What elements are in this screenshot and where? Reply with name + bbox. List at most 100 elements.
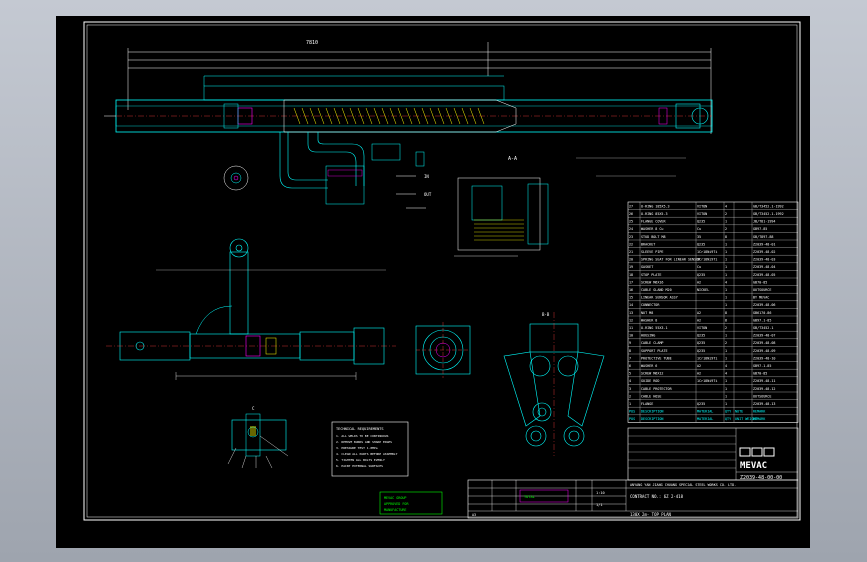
- table-cell: Z2039-48-07: [753, 334, 775, 338]
- table-cell: O-RING 185X5.3: [641, 204, 670, 208]
- notes-title: TECHNICAL REQUIREMENTS: [336, 427, 384, 431]
- table-cell: GUIDE ROD: [641, 379, 659, 383]
- project-line-1: ANYANG YAN JIANG CHUANG SPECIAL STEEL WO…: [630, 483, 736, 487]
- table-cell: GB70-85: [753, 372, 767, 376]
- table-cell: POS: [629, 410, 635, 414]
- stamp-line: MANUFACTURE: [384, 508, 406, 512]
- drawing-number: Z2039-48-00-00: [740, 475, 782, 481]
- company-name: MEVAC: [740, 461, 767, 471]
- table-row: 11 O-RING 55X3.1 VITON 2 GB/T3452.1: [629, 326, 773, 330]
- table-cell: QTY: [725, 410, 731, 414]
- table-row: 12 WASHER 8 A2 8 GB97.1-85: [629, 318, 771, 322]
- company-block: MEVAC Z2039-48-00-00: [627, 427, 799, 481]
- table-cell: 4: [725, 204, 727, 208]
- table-cell: O-RING 85X5.3: [641, 212, 668, 216]
- table-cell: STUD BOLT M8: [641, 235, 666, 239]
- table-cell: Q235: [697, 402, 705, 406]
- mid-label: TOTAL: [524, 495, 535, 499]
- table-cell: GB70-85: [753, 280, 767, 284]
- table-cell: 14: [629, 303, 633, 307]
- table-cell: 1Cr18Ni9Ti: [697, 250, 717, 254]
- table-cell: Z2039-48-13: [753, 402, 775, 406]
- table-cell: Q235: [697, 334, 705, 338]
- table-cell: 1: [725, 356, 727, 360]
- table-row: 24 WASHER 8 Cu Cu 2 GB97-85: [629, 227, 767, 231]
- note-line: 4. CLEAN ALL PARTS BEFORE ASSEMBLY: [336, 452, 398, 456]
- table-cell: 10: [629, 334, 633, 338]
- table-cell: OUTSOURCE: [753, 394, 771, 398]
- table-row: 3 CABLE PROTECTOR 1 Z2039-48-12: [629, 387, 775, 391]
- table-row: 21 SLEEVE PIPE 1Cr18Ni9Ti 1 Z2039-48-02: [629, 250, 775, 254]
- table-cell: CONNECTOR: [641, 303, 660, 307]
- table-cell: 7: [629, 356, 631, 360]
- table-row: 25 FLANGE COVER Q235 1 JB/T81-1994: [629, 220, 775, 224]
- approval-stamp: MEVAC GROUP APPROVED FOR MANUFACTURE: [379, 491, 443, 515]
- table-row: 8 SUPPORT PLATE Q235 1 Z2039-48-09: [629, 349, 775, 353]
- table-row: 2 CABLE HOSE 1 OUTSOURCE: [629, 394, 771, 398]
- table-cell: POS: [629, 417, 635, 421]
- table-row: 7 PROTECTIVE TUBE 1Cr18Ni9Ti 1 Z2039-48-10: [629, 356, 775, 360]
- cad-drawing-canvas[interactable]: 7 8 10 IN OUT A-A B-B C TECHNICAL REQUIREM…: [56, 16, 810, 548]
- table-row: 10 HOUSING Q235 1 Z2039-48-07: [629, 334, 775, 338]
- table-cell: 1: [725, 273, 727, 277]
- note-line: 6. PAINT EXTERNAL SURFACES: [336, 464, 383, 468]
- drawing-sheet[interactable]: 7 8 10 IN OUT A-A B-B C TECHNICAL REQUIREM…: [56, 16, 810, 548]
- table-cell: WASHER 8 Cu: [641, 227, 663, 231]
- table-row: 16 CABLE GLAND M20 NICKEL 1 OUTSOURCE: [629, 288, 771, 292]
- table-cell: HOUSING: [641, 334, 655, 338]
- table-row: 9 CABLE CLAMP Q235 2 Z2039-48-08: [629, 341, 775, 345]
- table-cell: STOP PLATE: [641, 273, 661, 277]
- table-cell: SCREW M6X16: [641, 280, 663, 284]
- table-row: 19 GASKET Cu 1 Z2039-48-04: [629, 265, 775, 269]
- table-cell: 4: [629, 379, 631, 383]
- note-line: 1. ALL WELDS TO BE CONTINUOUS: [336, 434, 389, 438]
- table-cell: 23: [629, 235, 633, 239]
- stamp-line: APPROVED FOR: [384, 502, 409, 506]
- table-cell: 1: [725, 296, 727, 300]
- table-footer-row: POS DESCRIPTION MATERIAL QTY UNIT WEIGHTREMA…: [629, 417, 766, 421]
- table-cell: O-RING 55X3.1: [641, 326, 668, 330]
- table-cell: 4: [725, 280, 727, 284]
- table-cell: MATERIAL: [697, 417, 713, 421]
- table-cell: 11: [629, 326, 633, 330]
- table-cell: A2: [697, 364, 701, 368]
- revision-label: A3: [472, 513, 476, 517]
- table-cell: A2: [697, 318, 701, 322]
- table-cell: 1: [725, 250, 727, 254]
- table-cell: Q235: [697, 273, 705, 277]
- table-cell: CABLE GLAND M20: [641, 288, 672, 292]
- table-cell: 4: [725, 364, 727, 368]
- table-cell: 12: [629, 318, 633, 322]
- stamp-line: MEVAC GROUP: [384, 496, 406, 500]
- table-row: 1 FLANGE Q235 1 Z2039-48-13: [629, 402, 775, 406]
- company-logo: [739, 447, 775, 457]
- table-cell: 5: [629, 372, 631, 376]
- end-view-flange: [415, 322, 471, 378]
- table-cell: BY MEVAC: [753, 296, 769, 300]
- table-cell: 1: [629, 402, 631, 406]
- table-cell: Q235: [697, 349, 705, 353]
- table-row: 20 SPRING SEAT FOR LINEAR SENSOR1Cr18Ni9T…: [629, 258, 775, 262]
- sheet-value: 1/1: [596, 503, 603, 507]
- table-cell: VITON: [697, 326, 707, 330]
- table-cell: 1: [725, 242, 727, 246]
- title-block: TOTAL 1:10 1/1 ANYANG YAN JIANG CHUANG S…: [467, 479, 799, 519]
- table-cell: 8: [725, 318, 727, 322]
- table-cell: WASHER 6: [641, 364, 657, 368]
- table-cell: 26: [629, 212, 633, 216]
- table-cell: GB/T897-88: [753, 235, 773, 239]
- table-cell: 1: [725, 402, 727, 406]
- table-cell: WASHER 8: [641, 318, 657, 322]
- project-line-2: CONTRACT NO.: 6Z 2-418: [630, 494, 684, 499]
- table-cell: Z2039-48-08: [753, 341, 775, 345]
- table-cell: 15: [629, 296, 633, 300]
- section-b-label: B-B: [542, 312, 550, 317]
- table-cell: Z2039-48-05: [753, 273, 775, 277]
- table-cell: 24: [629, 227, 633, 231]
- table-cell: Cu: [697, 227, 701, 231]
- table-cell: LINEAR SENSOR ASSY: [641, 296, 678, 300]
- table-cell: GB6170-86: [753, 311, 771, 315]
- table-cell: 8: [725, 311, 727, 315]
- view-c-label: C: [252, 406, 255, 411]
- table-cell: 1Cr18Ni9Ti: [697, 379, 717, 383]
